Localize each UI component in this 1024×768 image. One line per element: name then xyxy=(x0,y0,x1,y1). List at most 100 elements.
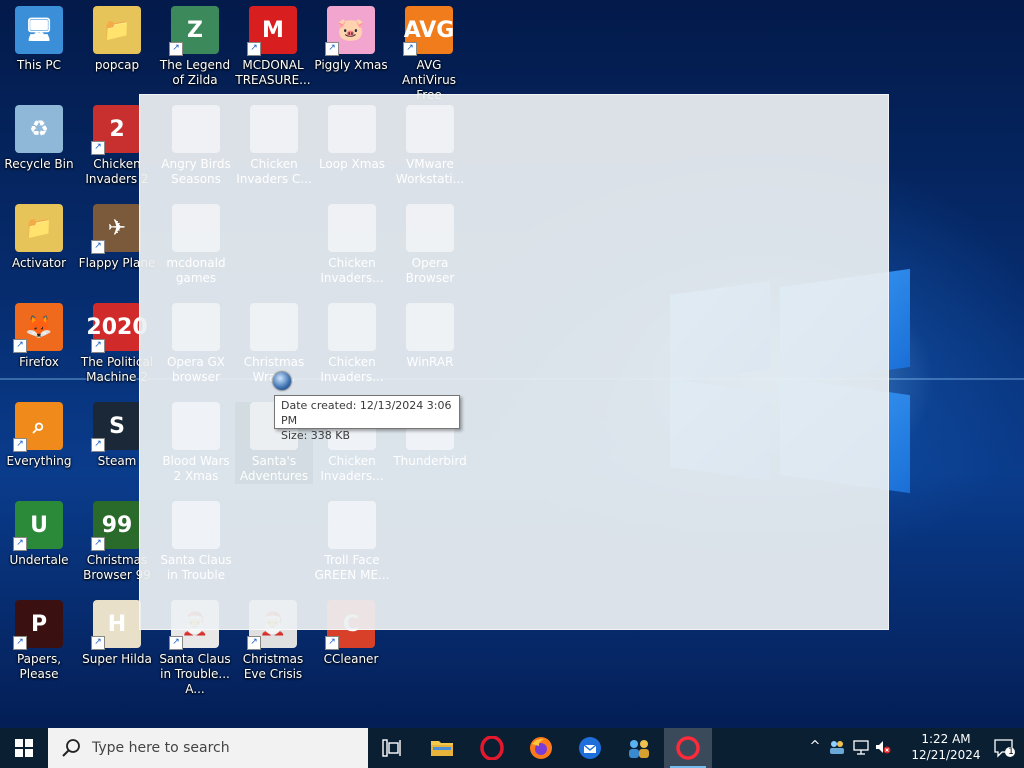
ghost-icon-label: Chicken Invaders C... xyxy=(236,157,312,186)
shortcut-arrow-icon: ↗ xyxy=(169,42,183,56)
task-view-button[interactable] xyxy=(368,728,416,768)
desktop-icon-label: Activator xyxy=(11,256,67,270)
ghost-desktop-icon: Christmas Wrap... xyxy=(235,303,313,385)
desktop-icon-label: Everything xyxy=(6,454,72,468)
ghost-desktop-icon: Opera Browser xyxy=(391,204,469,286)
icon-glyph: 📁 xyxy=(25,215,53,241)
network-icon[interactable] xyxy=(852,738,870,756)
desktop-icon[interactable]: ⌕ ↗ Everything xyxy=(0,402,78,469)
shortcut-arrow-icon: ↗ xyxy=(91,438,105,452)
shortcut-arrow-icon: ↗ xyxy=(169,636,183,650)
ghost-icon-image xyxy=(172,105,220,153)
shortcut-arrow-icon: ↗ xyxy=(325,636,339,650)
desktop-icon[interactable]: 📁 popcap xyxy=(78,6,156,73)
clock-time: 1:22 AM xyxy=(921,732,971,746)
notification-count: 1 xyxy=(1008,747,1014,757)
ghost-icon-label: Angry Birds Seasons xyxy=(161,157,231,186)
thunderbird-button[interactable] xyxy=(566,728,614,768)
ghost-icon-image xyxy=(250,303,298,351)
search-placeholder: Type here to search xyxy=(92,740,230,756)
game-icon: Z ↗ xyxy=(169,6,219,56)
desktop-icon[interactable]: AVG↗AVG AntiVirus Free xyxy=(390,6,468,103)
desktop-icon[interactable]: U ↗ Undertale xyxy=(0,501,78,568)
papers-please-icon: P ↗ xyxy=(13,600,63,650)
desktop-icon-label: Super Hilda xyxy=(82,652,152,666)
start-button[interactable] xyxy=(0,728,48,768)
icon-glyph: 🖥 xyxy=(25,17,53,43)
desktop-icon[interactable]: 🖥 This PC xyxy=(0,6,78,73)
chicken-icon: 2 ↗ xyxy=(91,105,141,155)
shortcut-arrow-icon: ↗ xyxy=(247,636,261,650)
desktop-icon[interactable]: 🦊 ↗ Firefox xyxy=(0,303,78,370)
ghost-icon-label: Blood Wars 2 Xmas xyxy=(162,454,230,483)
volume-muted-icon[interactable] xyxy=(874,738,892,756)
ghost-icon-label: Opera GX browser xyxy=(166,355,226,384)
desktop-icon-label: MCDONAL TREASURE... xyxy=(235,58,311,87)
shortcut-arrow-icon: ↗ xyxy=(91,636,105,650)
firefox-icon xyxy=(530,737,552,759)
ghost-icon-image xyxy=(172,501,220,549)
this-pc-icon: 🖥 xyxy=(15,6,63,54)
icon-glyph: ♻ xyxy=(29,116,49,142)
ghost-desktop-icon: Troll Face GREEN ME... xyxy=(313,501,391,583)
pig-icon: 🐷 ↗ xyxy=(325,6,375,56)
ghost-icon-label: VMware Workstati... xyxy=(395,157,465,186)
shortcut-arrow-icon: ↗ xyxy=(91,240,105,254)
desktop-icon-label: This PC xyxy=(17,58,61,72)
ghost-icon-label: mcdonald games xyxy=(166,256,226,285)
ghost-desktop-icon: Chicken Invaders C... xyxy=(235,105,313,187)
opera-gx-button[interactable] xyxy=(664,728,712,768)
desktop-icon[interactable]: 🐷 ↗ Piggly Xmas xyxy=(312,6,390,73)
ghost-icon-image xyxy=(328,204,376,252)
search-icon xyxy=(62,739,80,757)
opera-button[interactable] xyxy=(468,728,516,768)
desktop-icon-label: Papers, Please xyxy=(16,652,62,681)
ghost-icon-image xyxy=(250,105,298,153)
people-app-button[interactable] xyxy=(615,728,663,768)
action-center-button[interactable]: 1 xyxy=(994,738,1016,758)
shortcut-arrow-icon: ↗ xyxy=(91,141,105,155)
desktop-icon[interactable]: 📁 Activator xyxy=(0,204,78,271)
super-hilda-icon: H ↗ xyxy=(91,600,141,650)
ghost-icon-label: WinRAR xyxy=(406,355,454,369)
firefox-button[interactable] xyxy=(517,728,565,768)
file-explorer-button[interactable] xyxy=(418,728,466,768)
show-hidden-icons-chevron-icon[interactable]: ^ xyxy=(806,738,824,756)
ghost-icon-label: Thunderbird xyxy=(393,454,467,468)
desktop-icon[interactable]: P ↗ Papers, Please xyxy=(0,600,78,682)
ghost-icon-image xyxy=(328,303,376,351)
shortcut-arrow-icon: ↗ xyxy=(91,537,105,551)
desktop-icon-label: Undertale xyxy=(9,553,69,567)
desktop-icon[interactable]: M ↗ MCDONAL TREASURE... xyxy=(234,6,312,88)
folder-icon: 📁 xyxy=(15,204,63,252)
ghost-desktop-icon: Chicken Invaders... xyxy=(313,303,391,385)
shortcut-arrow-icon: ↗ xyxy=(13,636,27,650)
file-tooltip: Date created: 12/13/2024 3:06 PM Size: 3… xyxy=(274,395,460,442)
taskbar-search-box[interactable]: Type here to search xyxy=(48,728,368,768)
christmas-tree-icon: 99 ↗ xyxy=(91,501,141,551)
ghost-icon-label: Chicken Invaders... xyxy=(320,454,384,483)
shortcut-arrow-icon: ↗ xyxy=(247,42,261,56)
ghost-desktop-icon: mcdonald games xyxy=(157,204,235,286)
desktop-icon[interactable]: ♻ Recycle Bin xyxy=(0,105,78,172)
opera-gx-icon xyxy=(676,736,700,760)
people-tray-icon[interactable] xyxy=(828,738,846,756)
desktop-icon-label: Recycle Bin xyxy=(4,157,74,171)
desktop-icon[interactable]: Z ↗ The Legend of Zilda xyxy=(156,6,234,88)
shortcut-arrow-icon: ↗ xyxy=(91,339,105,353)
mcdonalds-icon: M ↗ xyxy=(247,6,297,56)
icon-glyph: 📁 xyxy=(103,17,131,43)
ghost-desktop-icon: WinRAR xyxy=(391,303,469,370)
transparent-window-overlay: Angry Birds Seasons Chicken Invaders C...… xyxy=(139,94,889,630)
ghost-icon-image xyxy=(172,204,220,252)
ghost-desktop-icon: Angry Birds Seasons xyxy=(157,105,235,187)
task-view-icon xyxy=(382,739,401,757)
folder-icon: 📁 xyxy=(93,6,141,54)
shortcut-arrow-icon: ↗ xyxy=(13,438,27,452)
ghost-icon-image xyxy=(406,105,454,153)
plane-icon: ✈ ↗ xyxy=(91,204,141,254)
ghost-icon-label: Chicken Invaders... xyxy=(320,355,384,384)
shortcut-arrow-icon: ↗ xyxy=(13,339,27,353)
tooltip-date-created: Date created: 12/13/2024 3:06 PM xyxy=(281,399,452,427)
taskbar-clock[interactable]: 1:22 AM 12/21/2024 xyxy=(910,731,982,763)
